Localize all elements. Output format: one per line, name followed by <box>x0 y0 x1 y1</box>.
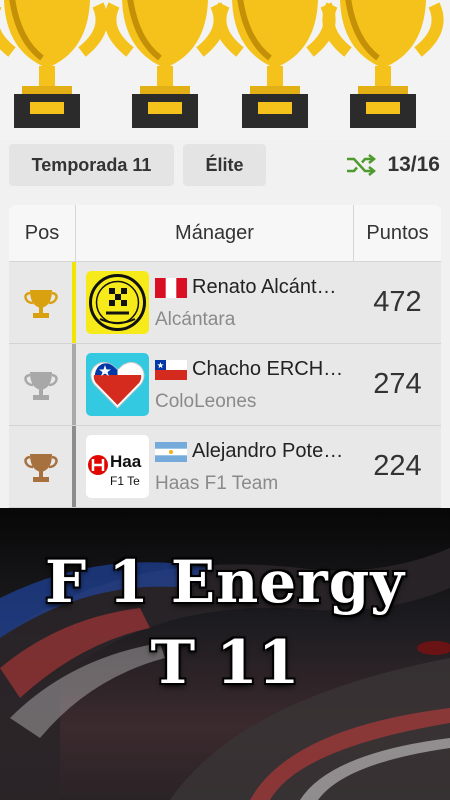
table-row[interactable]: Renato Alcántara Alcántara 472 <box>9 262 441 344</box>
season-selector[interactable]: Temporada 11 <box>9 144 174 186</box>
header-pos: Pos <box>9 205 76 261</box>
chile-heart-logo <box>86 353 149 416</box>
team-name: ColoLeones <box>155 390 257 412</box>
header-manager: Mánager <box>76 205 354 261</box>
points-value: 274 <box>373 368 422 400</box>
silver-trophy-icon <box>23 371 58 400</box>
league-selector[interactable]: Élite <box>183 144 266 186</box>
peru-flag <box>155 277 187 298</box>
promo-subtitle: T 11 <box>150 628 300 698</box>
points-value: 472 <box>373 286 422 318</box>
haas-logo: Haa F1 Te <box>86 435 149 498</box>
table-header: Pos Mánager Puntos <box>9 205 441 262</box>
argentina-flag <box>155 441 187 462</box>
trophy-icon <box>322 0 444 128</box>
svg-text:F1 Te: F1 Te <box>110 474 140 488</box>
bronze-trophy-icon <box>23 453 58 482</box>
promo-title: F 1 Energy <box>44 548 405 616</box>
alcantara-logo <box>86 271 149 334</box>
round-counter: 13/16 <box>387 153 440 176</box>
gold-trophy-icon <box>23 289 58 318</box>
svg-text:Haa: Haa <box>110 452 142 471</box>
manager-name: Renato Alcántara <box>192 276 344 298</box>
team-name: Haas F1 Team <box>155 472 279 494</box>
table-row[interactable]: Chacho ERCHILE ColoLeones 274 <box>9 344 441 426</box>
header-points: Puntos <box>366 221 429 244</box>
team-name: Alcántara <box>155 308 236 330</box>
trophy-banner <box>0 0 450 140</box>
round-switcher[interactable]: 13/16 <box>345 150 440 180</box>
table-row[interactable]: Haa F1 Te Alejandro Potente Haas F1 Team… <box>9 426 441 508</box>
manager-name: Alejandro Potente <box>192 440 344 462</box>
chile-flag <box>155 359 187 380</box>
shuffle-icon <box>347 154 377 176</box>
filter-bar: Temporada 11 Élite 13/16 <box>0 140 450 190</box>
points-value: 224 <box>373 450 422 482</box>
standings-table: Pos Mánager Puntos Renato Alcántara Alcá… <box>9 205 441 508</box>
manager-name: Chacho ERCHILE <box>192 358 344 380</box>
trophy-icon <box>0 0 108 128</box>
